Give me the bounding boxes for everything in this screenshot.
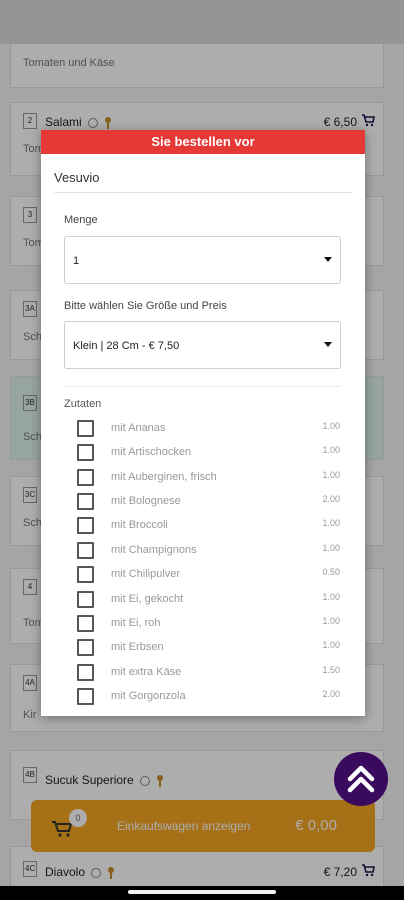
ingredient-name: mit Ananas [111, 422, 166, 434]
ingredient-name: mit Ei, roh [111, 617, 161, 629]
preorder-dialog: Sie bestellen vor Vesuvio Menge 1 Bitte … [41, 130, 365, 716]
ingredient-row[interactable]: mit Ei, roh 1.00 [41, 613, 365, 635]
dialog-header: Sie bestellen vor [41, 130, 365, 154]
ingredient-row[interactable]: mit Auberginen, frisch 1.00 [41, 467, 365, 489]
divider [54, 192, 352, 193]
system-nav-bar [0, 886, 404, 900]
ingredient-name: mit Bolognese [111, 495, 181, 507]
ingredient-row[interactable]: mit Artischocken 1.00 [41, 442, 365, 464]
checkbox-icon[interactable] [77, 542, 94, 559]
ingredients-label: Zutaten [64, 398, 102, 410]
ingredient-price: 1.00 [322, 640, 340, 650]
ingredient-price: 1.00 [322, 518, 340, 528]
ingredient-price: 1.00 [322, 421, 340, 431]
size-label: Bitte wählen Sie Größe und Preis [64, 300, 227, 312]
ingredient-price: 1.50 [322, 665, 340, 675]
checkbox-icon[interactable] [77, 566, 94, 583]
ingredient-price: 1.00 [322, 445, 340, 455]
product-title: Vesuvio [54, 170, 100, 185]
ingredient-name: mit Erbsen [111, 641, 164, 653]
ingredient-name: mit extra Käse [111, 666, 182, 678]
checkbox-icon[interactable] [77, 469, 94, 486]
ingredient-name: mit Gorgonzola [111, 690, 186, 702]
checkbox-icon[interactable] [77, 591, 94, 608]
ingredient-name: mit Ei, gekocht [111, 593, 184, 605]
checkbox-icon[interactable] [77, 664, 94, 681]
checkbox-icon[interactable] [77, 444, 94, 461]
divider [64, 386, 341, 387]
ingredient-price: 0.50 [322, 567, 340, 577]
ingredient-price: 1.00 [322, 592, 340, 602]
dropdown-arrow-icon [324, 342, 332, 347]
ingredient-name: mit Artischocken [111, 446, 192, 458]
ingredient-row[interactable]: mit Ei, gekocht 1.00 [41, 589, 365, 611]
ingredient-name: mit Auberginen, frisch [111, 471, 217, 483]
checkbox-icon[interactable] [77, 420, 94, 437]
quantity-select[interactable]: 1 [64, 236, 341, 284]
quantity-value: 1 [73, 255, 80, 267]
scroll-to-top-button[interactable] [334, 752, 388, 806]
checkbox-icon[interactable] [77, 517, 94, 534]
size-value: Klein | 28 Cm - € 7,50 [73, 340, 180, 352]
ingredient-row[interactable]: mit Chilipulver 0.50 [41, 564, 365, 586]
dropdown-arrow-icon [324, 257, 332, 262]
checkbox-icon[interactable] [77, 639, 94, 656]
ingredient-row[interactable]: mit Ananas 1.00 [41, 418, 365, 440]
ingredient-row[interactable]: mit Gorgonzola 2.00 [41, 686, 365, 708]
checkbox-icon[interactable] [77, 688, 94, 705]
ingredient-row[interactable]: mit Broccoli 1.00 [41, 515, 365, 537]
ingredient-name: mit Champignons [111, 544, 197, 556]
home-indicator[interactable] [128, 890, 276, 894]
ingredient-price: 1.00 [322, 616, 340, 626]
ingredient-name: mit Broccoli [111, 519, 168, 531]
size-price-select[interactable]: Klein | 28 Cm - € 7,50 [64, 321, 341, 369]
quantity-label: Menge [64, 214, 98, 226]
ingredient-row[interactable]: mit Bolognese 2.00 [41, 491, 365, 513]
checkbox-icon[interactable] [77, 615, 94, 632]
ingredient-row[interactable]: mit Erbsen 1.00 [41, 637, 365, 659]
ingredient-price: 1.00 [322, 470, 340, 480]
double-chevron-up-icon [347, 765, 375, 793]
ingredient-row[interactable]: mit Champignons 1.00 [41, 540, 365, 562]
ingredient-price: 2.00 [322, 689, 340, 699]
checkbox-icon[interactable] [77, 493, 94, 510]
ingredient-price: 2.00 [322, 494, 340, 504]
ingredient-name: mit Chilipulver [111, 568, 181, 580]
ingredient-price: 1.00 [322, 543, 340, 553]
ingredient-row[interactable]: mit extra Käse 1.50 [41, 662, 365, 684]
